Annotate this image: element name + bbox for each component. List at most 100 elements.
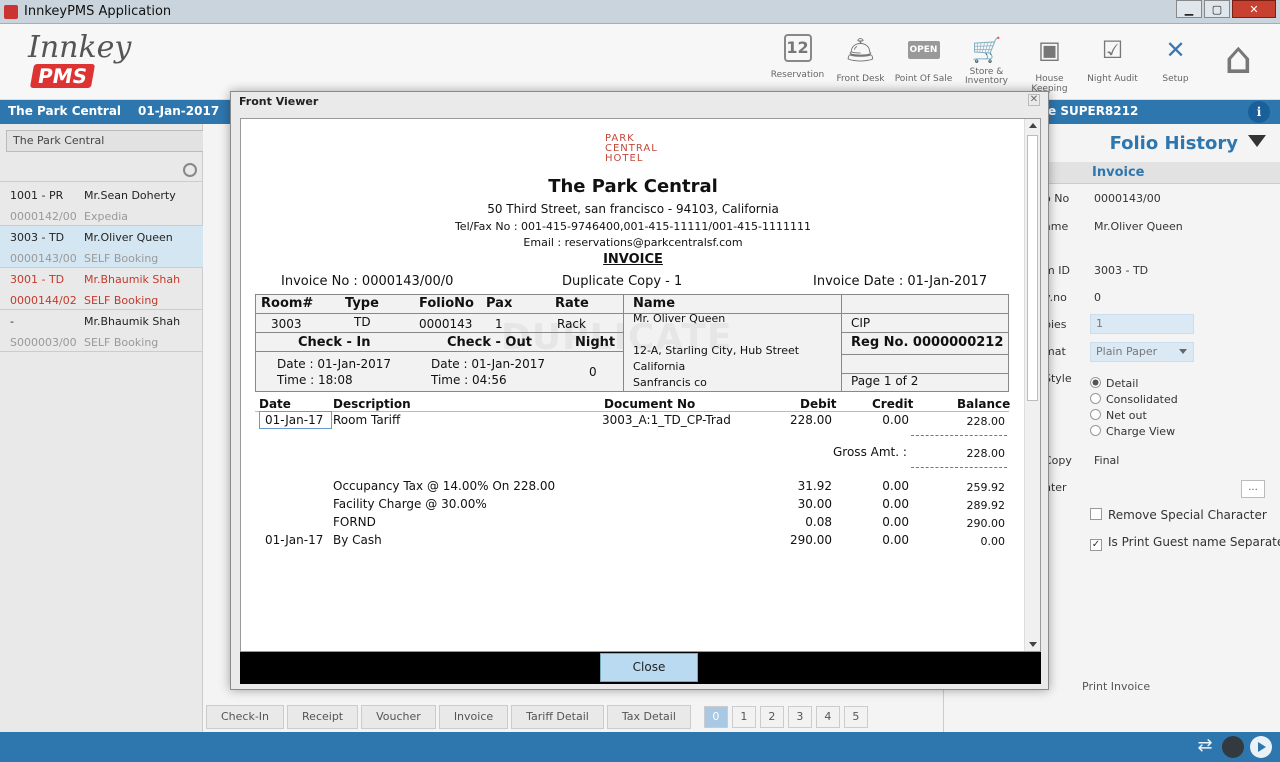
viewer-scrollbar[interactable] — [1024, 119, 1040, 651]
section-title: Invoice — [1092, 165, 1145, 180]
business-date: 01-Jan-2017 — [138, 104, 220, 118]
page-button[interactable]: 1 — [731, 706, 756, 728]
scroll-up-icon[interactable] — [1029, 123, 1037, 128]
tab-voucher[interactable]: Voucher — [361, 705, 436, 729]
format-select[interactable]: Plain Paper — [1090, 342, 1194, 362]
guest-search[interactable] — [0, 160, 203, 182]
reg-number: Reg No. 0000000212 — [851, 335, 1004, 350]
chevron-down-icon — [1179, 349, 1187, 354]
row-document-no: 3003_A:1_TD_CP-Trad — [602, 413, 731, 427]
scroll-down-icon[interactable] — [1029, 642, 1037, 647]
hotel-address: 50 Third Street, san francisco - 94103, … — [487, 202, 779, 216]
filter-icon[interactable] — [1248, 135, 1266, 147]
dialog-title: Front Viewer — [239, 95, 319, 108]
tax-credit: 0.00 — [882, 479, 909, 493]
col-document-no: Document No — [604, 397, 696, 411]
tab-receipt[interactable]: Receipt — [287, 705, 359, 729]
guest-folio: 0000142/00 — [10, 210, 77, 223]
maximize-button[interactable]: ▢ — [1204, 0, 1230, 18]
guest-name: Mr.Bhaumik Shah — [84, 273, 181, 286]
page-button[interactable]: 0 — [703, 706, 728, 728]
tab-check-in[interactable]: Check-In — [206, 705, 285, 729]
info-icon[interactable]: i — [1248, 101, 1270, 123]
scrollbar-thumb[interactable] — [1027, 135, 1038, 401]
tab-tax-detail[interactable]: Tax Detail — [606, 705, 691, 729]
nav-home[interactable]: ⌂ — [1207, 28, 1270, 94]
tab-tariff-detail[interactable]: Tariff Detail — [511, 705, 604, 729]
room-header: Room# — [261, 296, 314, 311]
rate-value: Rack — [557, 317, 586, 331]
page-button[interactable]: 5 — [843, 706, 868, 728]
nav-point-of-sale[interactable]: OPEN Point Of Sale — [892, 28, 955, 94]
minimize-button[interactable]: ▁ — [1176, 0, 1202, 18]
guest-row-selected[interactable]: 3003 - TD Mr.Oliver Queen 0000143/00 SEL… — [0, 226, 203, 268]
tax-balance: 259.92 — [966, 481, 1006, 494]
nav-store-inventory[interactable]: 🛒 Store & Inventory — [955, 28, 1018, 94]
nav-front-desk[interactable]: 🛎 Front Desk — [829, 28, 892, 94]
nav-night-audit[interactable]: ☑ Night Audit — [1081, 28, 1144, 94]
col-balance: Balance — [957, 397, 1011, 411]
col-credit: Credit — [872, 397, 914, 411]
invoice-number: Invoice No : 0000143/00/0 — [281, 274, 454, 289]
tab-invoice[interactable]: Invoice — [438, 705, 509, 729]
window-title: InnkeyPMS Application — [24, 4, 172, 19]
guest-folio: 0000143/00 — [10, 252, 77, 265]
guest-row[interactable]: - Mr.Bhaumik Shah S000003/00 SELF Bookin… — [0, 310, 203, 352]
print-guest-name-checkbox[interactable]: ✓ Is Print Guest name Separately — [1090, 535, 1280, 551]
print-invoice-button[interactable]: Print Invoice — [1082, 680, 1150, 693]
guest-source: SELF Booking — [84, 336, 159, 349]
swap-icon[interactable]: ⇄ — [1194, 736, 1216, 758]
tax-credit: 0.00 — [882, 515, 909, 529]
window-close-button[interactable]: ✕ — [1232, 0, 1276, 18]
style-radio-charge-view[interactable]: Charge View — [1090, 425, 1175, 438]
dialog-close-icon[interactable]: ✕ — [1028, 94, 1040, 106]
style-radio-detail[interactable]: Detail — [1090, 377, 1138, 390]
style-radio-net-out[interactable]: Net out — [1090, 409, 1147, 422]
guest-panel: The Park Central 1001 - PR Mr.Sean Doher… — [0, 124, 226, 732]
user-name: e SUPER8212 — [1048, 104, 1139, 118]
front-viewer-dialog: Front Viewer ✕ PARK CENTRAL HOTEL The Pa… — [230, 91, 1049, 690]
page-button[interactable]: 4 — [815, 706, 840, 728]
play-icon[interactable] — [1250, 736, 1272, 758]
nav-reservation[interactable]: 12 Reservation — [766, 28, 829, 94]
page-indicator: Page 1 of 2 — [851, 374, 919, 388]
tax-description: Occupancy Tax @ 14.00% On 228.00 — [333, 479, 556, 493]
open-sign-icon: OPEN — [907, 41, 940, 59]
room-value: 3003 — [271, 317, 302, 331]
guest-address-1: 12-A, Starling City, Hub Street — [633, 344, 800, 357]
brand-badge-icon — [1222, 736, 1244, 758]
style-radio-consolidated[interactable]: Consolidated — [1090, 393, 1178, 406]
payment-debit: 290.00 — [790, 533, 832, 547]
guest-row[interactable]: 3001 - TD Mr.Bhaumik Shah 0000144/02 SEL… — [0, 268, 203, 310]
nav-label: Front Desk — [836, 74, 885, 84]
nav-house-keeping[interactable]: ▣ House Keeping — [1018, 28, 1081, 94]
hotel-email: Email : reservations@parkcentralsf.com — [523, 236, 743, 249]
nav-setup[interactable]: ✕ Setup — [1144, 28, 1207, 94]
printer-browse-button[interactable]: ... — [1241, 480, 1265, 498]
col-debit: Debit — [800, 397, 837, 411]
tax-description: FORND — [333, 515, 376, 529]
page-button[interactable]: 3 — [787, 706, 812, 728]
page-button[interactable]: 2 — [759, 706, 784, 728]
guest-source: Expedia — [84, 210, 128, 223]
close-button[interactable]: Close — [600, 653, 698, 682]
guest-name: Mr.Sean Doherty — [84, 189, 176, 202]
remove-special-checkbox[interactable]: Remove Special Character — [1090, 508, 1267, 522]
payment-description: By Cash — [333, 533, 382, 547]
guest-room: 1001 - PR — [10, 189, 64, 202]
copies-input[interactable]: 1 — [1090, 314, 1194, 334]
tax-debit: 0.08 — [805, 515, 832, 529]
hotel-logo: PARK CENTRAL HOTEL — [605, 133, 658, 164]
panel-title: Folio History — [1109, 133, 1238, 154]
nav-label: Setup — [1162, 74, 1189, 84]
property-select[interactable]: The Park Central — [6, 130, 226, 152]
guest-row[interactable]: 1001 - PR Mr.Sean Doherty 0000142/00 Exp… — [0, 184, 203, 226]
col-date: Date — [259, 397, 291, 411]
rate-header: Rate — [555, 296, 589, 311]
checklist-icon: ☑ — [1101, 36, 1124, 64]
cart-icon: 🛒 — [971, 36, 1002, 64]
status-bar: ⇄ — [0, 732, 1280, 762]
folio-header: FolioNo — [419, 296, 474, 311]
search-icon[interactable] — [183, 163, 197, 177]
guest-folio: 0000144/02 — [10, 294, 77, 307]
